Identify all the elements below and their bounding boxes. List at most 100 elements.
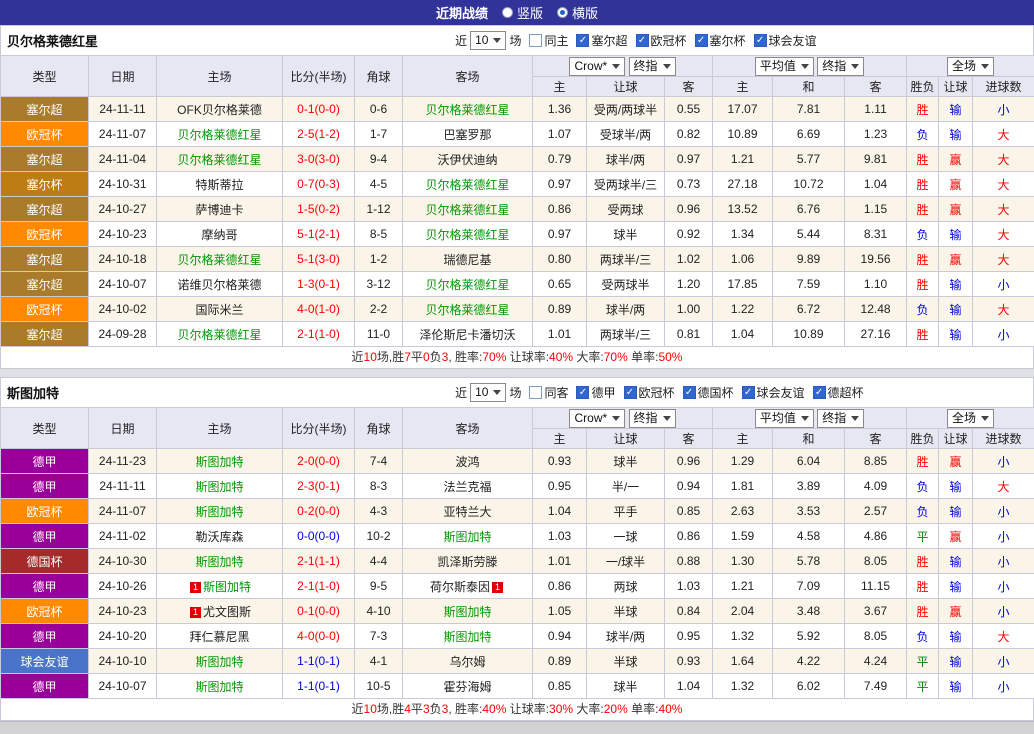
- away-team[interactable]: 亚特兰大: [402, 498, 533, 524]
- away-team[interactable]: 斯图加特: [402, 523, 533, 549]
- score-link[interactable]: 2-3(0-1): [282, 473, 355, 499]
- asian-final-select[interactable]: 终指: [628, 408, 676, 428]
- games-count-select[interactable]: 10: [470, 31, 507, 50]
- away-team[interactable]: 霍芬海姆: [402, 673, 533, 699]
- asian-handicap: 球半: [586, 673, 665, 699]
- filter-checkbox[interactable]: 塞尔杯: [694, 32, 746, 49]
- away-team[interactable]: 法兰克福: [402, 473, 533, 499]
- avg-select[interactable]: 平均值: [754, 56, 814, 76]
- home-team[interactable]: 1 斯图加特: [156, 573, 283, 599]
- summary-segment: 70%: [482, 350, 507, 364]
- score-link[interactable]: 2-1(1-0): [282, 573, 355, 599]
- home-team[interactable]: 贝尔格莱德红星: [156, 246, 283, 272]
- away-team[interactable]: 波鸿: [402, 448, 533, 474]
- filter-checkbox[interactable]: 德超杯: [812, 384, 864, 401]
- home-team[interactable]: 1 尤文图斯: [156, 598, 283, 624]
- layout-radio-horizontal[interactable]: 横版: [557, 3, 598, 22]
- score-link[interactable]: 4-0(0-0): [282, 623, 355, 649]
- score-link[interactable]: 3-0(3-0): [282, 146, 355, 172]
- handicap-result-flag: 输: [938, 271, 974, 297]
- home-team[interactable]: 斯图加特: [156, 648, 283, 674]
- score-link[interactable]: 2-5(1-2): [282, 121, 355, 147]
- matches-table: 类型 日期 主场 比分(半场) 角球 客场 Crow* 终指 平均值 终指 全场…: [0, 407, 1034, 699]
- away-team[interactable]: 贝尔格莱德红星: [402, 296, 533, 322]
- filter-checkbox[interactable]: 欧冠杯: [635, 32, 687, 49]
- away-team[interactable]: 贝尔格莱德红星: [402, 96, 533, 122]
- away-team[interactable]: 贝尔格莱德红星: [402, 221, 533, 247]
- home-team[interactable]: 贝尔格莱德红星: [156, 146, 283, 172]
- avg-final-select[interactable]: 终指: [817, 408, 865, 428]
- filter-checkbox[interactable]: 球会友谊: [741, 384, 805, 401]
- score-link[interactable]: 2-1(1-0): [282, 321, 355, 347]
- score-link[interactable]: 5-1(2-1): [282, 221, 355, 247]
- avg-away-odds: 2.57: [844, 498, 908, 524]
- filter-checkbox[interactable]: 同客: [529, 384, 568, 401]
- away-team[interactable]: 荷尔斯泰因 1: [402, 573, 533, 599]
- score-link[interactable]: 4-0(1-0): [282, 296, 355, 322]
- away-team[interactable]: 贝尔格莱德红星: [402, 271, 533, 297]
- avg-final-select[interactable]: 终指: [817, 56, 865, 76]
- away-team[interactable]: 瑞德尼基: [402, 246, 533, 272]
- score-link[interactable]: 0-0(0-0): [282, 523, 355, 549]
- score-link[interactable]: 2-0(0-0): [282, 448, 355, 474]
- score-link[interactable]: 1-1(0-1): [282, 648, 355, 674]
- home-team[interactable]: 斯图加特: [156, 498, 283, 524]
- score-link[interactable]: 0-1(0-0): [282, 96, 355, 122]
- handicap-result-flag: 输: [938, 321, 974, 347]
- away-team[interactable]: 贝尔格莱德红星: [402, 196, 533, 222]
- home-team[interactable]: 诺维贝尔格莱德: [156, 271, 283, 297]
- away-team[interactable]: 斯图加特: [402, 598, 533, 624]
- home-team[interactable]: 勒沃库森: [156, 523, 283, 549]
- fulltime-select[interactable]: 全场: [947, 408, 995, 428]
- filter-checkbox[interactable]: 同主: [529, 32, 568, 49]
- home-team[interactable]: 贝尔格莱德红星: [156, 321, 283, 347]
- score-link[interactable]: 5-1(3-0): [282, 246, 355, 272]
- asian-handicap: 两球: [586, 573, 665, 599]
- score-link[interactable]: 0-7(0-3): [282, 171, 355, 197]
- away-team[interactable]: 斯图加特: [402, 623, 533, 649]
- home-team[interactable]: 斯图加特: [156, 448, 283, 474]
- summary-segment: 10: [363, 702, 377, 716]
- away-team[interactable]: 乌尔姆: [402, 648, 533, 674]
- home-team[interactable]: 摩纳哥: [156, 221, 283, 247]
- filter-checkbox[interactable]: 德甲: [576, 384, 616, 401]
- score-link[interactable]: 1-1(0-1): [282, 673, 355, 699]
- home-team[interactable]: 贝尔格莱德红星: [156, 121, 283, 147]
- avg-draw-odds: 5.92: [772, 623, 846, 649]
- asian-handicap: 两球半/三: [586, 246, 665, 272]
- away-team[interactable]: 泽伦斯尼卡潘切沃: [402, 321, 533, 347]
- layout-radio-vertical[interactable]: 竖版: [501, 3, 543, 22]
- home-team[interactable]: 斯图加特: [156, 548, 283, 574]
- home-team[interactable]: 斯图加特: [156, 473, 283, 499]
- asian-final-select[interactable]: 终指: [628, 56, 676, 76]
- score-link[interactable]: 0-1(0-0): [282, 598, 355, 624]
- filter-checkbox[interactable]: 塞尔超: [576, 32, 628, 49]
- games-count-select[interactable]: 10: [470, 383, 507, 402]
- score-link[interactable]: 2-1(1-1): [282, 548, 355, 574]
- away-team[interactable]: 巴塞罗那: [402, 121, 533, 147]
- filter-checkbox[interactable]: 球会友谊: [753, 32, 817, 49]
- filter-checkbox[interactable]: 德国杯: [682, 384, 734, 401]
- score-link[interactable]: 0-2(0-0): [282, 498, 355, 524]
- avg-select[interactable]: 平均值: [754, 408, 814, 428]
- bookmaker-select[interactable]: Crow*: [569, 408, 626, 428]
- checkbox-checked-icon: [576, 386, 590, 399]
- asian-away-odds: 0.92: [663, 221, 714, 247]
- home-team[interactable]: 国际米兰: [156, 296, 283, 322]
- bookmaker-select[interactable]: Crow*: [569, 56, 626, 76]
- score-link[interactable]: 1-5(0-2): [282, 196, 355, 222]
- home-team[interactable]: 斯图加特: [156, 673, 283, 699]
- home-team[interactable]: 拜仁慕尼黑: [156, 623, 283, 649]
- home-team[interactable]: 特斯蒂拉: [156, 171, 283, 197]
- away-team[interactable]: 贝尔格莱德红星: [402, 171, 533, 197]
- filter-checkbox[interactable]: 欧冠杯: [623, 384, 675, 401]
- home-team[interactable]: 萨博迪卡: [156, 196, 283, 222]
- away-team[interactable]: 沃伊伏迪纳: [402, 146, 533, 172]
- handicap-result-flag: 输: [938, 473, 974, 499]
- checkbox-checked-icon: [694, 34, 708, 47]
- score-link[interactable]: 1-3(0-1): [282, 271, 355, 297]
- goals-result-flag: 大: [972, 196, 1034, 222]
- away-team[interactable]: 凯泽斯劳滕: [402, 548, 533, 574]
- fulltime-select[interactable]: 全场: [947, 56, 995, 76]
- home-team[interactable]: OFK贝尔格莱德: [156, 96, 283, 122]
